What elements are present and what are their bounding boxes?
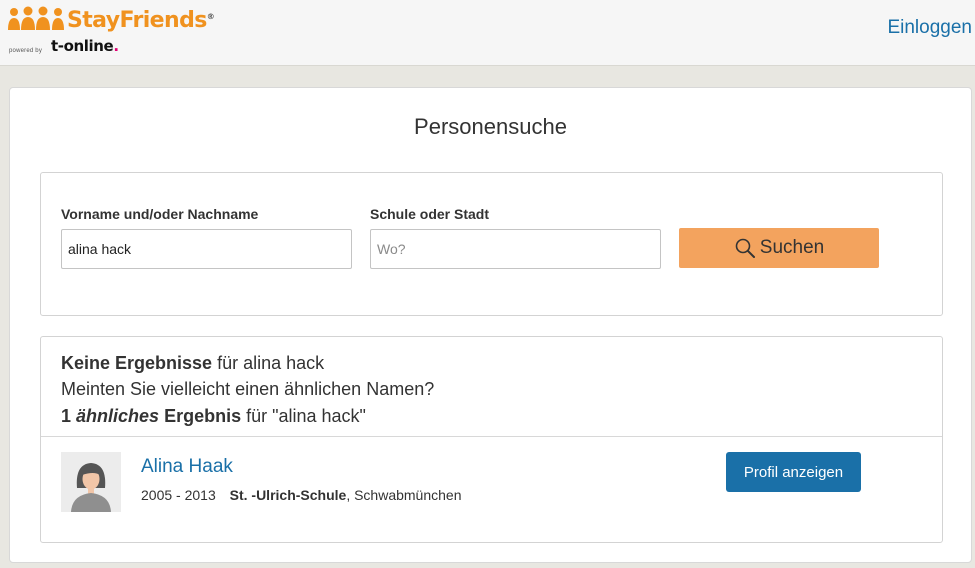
powered-by-label: powered by: [9, 48, 43, 54]
location-input[interactable]: [370, 229, 661, 269]
login-link[interactable]: Einloggen: [887, 17, 972, 39]
name-field-label: Vorname und/oder Nachname: [61, 206, 259, 222]
results-panel: Keine Ergebnisse für alina hack Meinten …: [40, 336, 943, 543]
results-divider: [41, 436, 942, 437]
search-icon: [735, 238, 755, 258]
view-profile-button[interactable]: Profil anzeigen: [726, 452, 861, 492]
result-name-link[interactable]: Alina Haak: [141, 456, 233, 478]
search-button[interactable]: Suchen: [679, 228, 879, 268]
female-avatar-icon[interactable]: [61, 452, 121, 512]
no-results-message: Keine Ergebnisse für alina hack: [61, 353, 325, 373]
result-school: St. -Ulrich-Schule: [229, 487, 347, 503]
registered-mark: ®: [206, 12, 215, 21]
partner-logo: t-online.: [51, 37, 119, 55]
search-card: Personensuche Vorname und/oder Nachname …: [9, 87, 972, 563]
page-title: Personensuche: [414, 114, 567, 139]
search-form: Vorname und/oder Nachname Schule oder St…: [40, 172, 943, 316]
top-bar: StayFriends® powered by t-online. Einlog…: [0, 0, 975, 66]
name-input[interactable]: [61, 229, 352, 269]
similar-count-message: 1 ähnliches Ergebnis für "alina hack": [61, 406, 366, 426]
people-figures-icon: [8, 6, 64, 30]
result-years: 2005 - 2013: [141, 487, 216, 503]
stayfriends-logo[interactable]: StayFriends® powered by t-online.: [8, 4, 215, 60]
suggestion-message: Meinten Sie vielleicht einen ähnlichen N…: [61, 379, 435, 399]
brand-name: StayFriends®: [67, 8, 215, 33]
search-button-label: Suchen: [759, 237, 825, 258]
result-city: , Schwabmünchen: [346, 487, 462, 503]
result-details: 2005 - 2013 St. -Ulrich-Schule, Schwabmü…: [141, 487, 462, 503]
location-field-label: Schule oder Stadt: [370, 206, 490, 222]
